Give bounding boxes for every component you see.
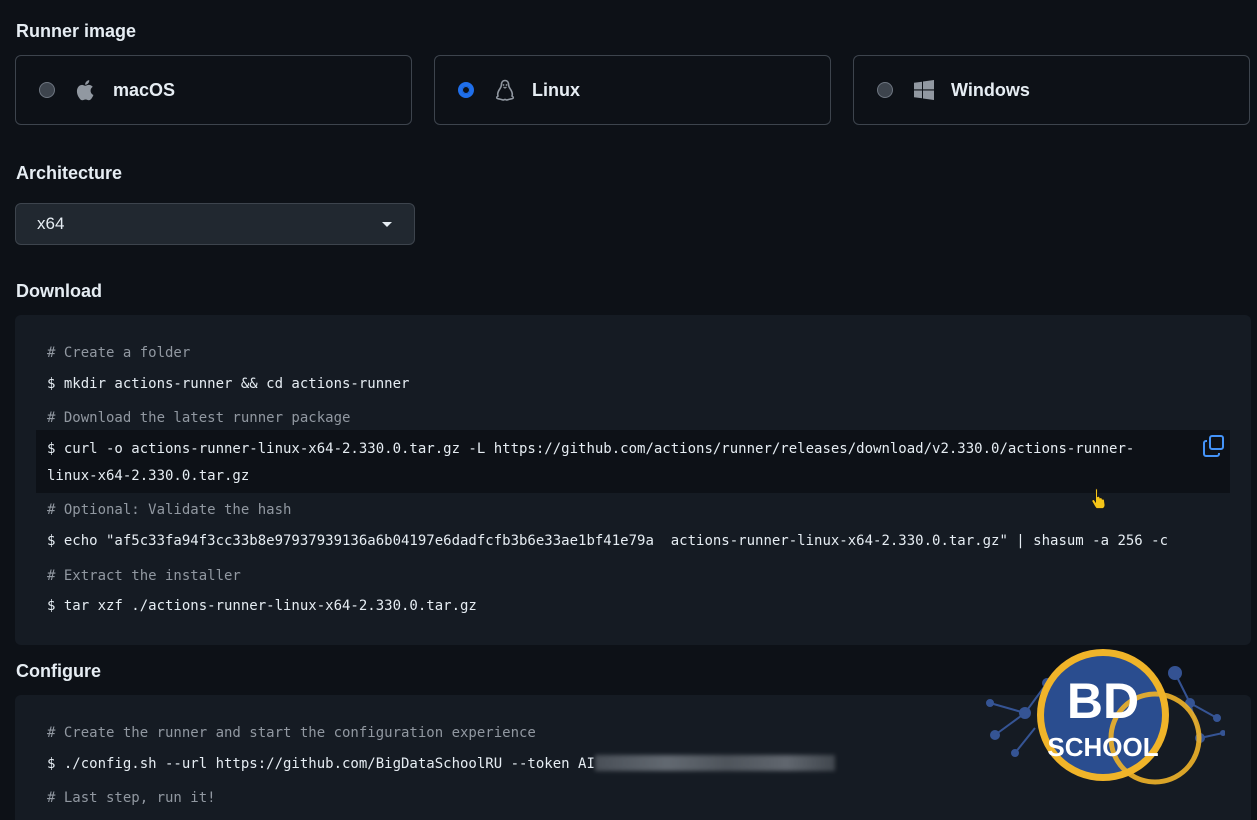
runner-setup-page: Runner image macOS Linux Windows Archite…	[0, 0, 1257, 820]
chevron-down-icon	[382, 222, 392, 227]
macos-radio[interactable]	[39, 82, 55, 98]
os-option-macos[interactable]: macOS	[15, 55, 412, 125]
macos-label: macOS	[113, 79, 176, 100]
runner-image-title: Runner image	[16, 21, 137, 41]
redacted-token	[594, 755, 835, 771]
code-command[interactable]: $ tar xzf ./actions-runner-linux-x64-2.3…	[47, 597, 477, 615]
copy-button[interactable]	[1202, 434, 1226, 458]
linux-label: Linux	[532, 79, 580, 100]
logo-text-bd: BD	[1067, 673, 1139, 729]
code-command[interactable]: $ ./config.sh --url https://github.com/B…	[47, 755, 835, 773]
code-comment: # Create a folder	[47, 345, 191, 361]
architecture-select[interactable]: x64	[15, 203, 415, 245]
code-comment: # Create the runner and start the config…	[47, 725, 536, 741]
download-title: Download	[16, 281, 102, 301]
linux-radio[interactable]	[458, 82, 474, 98]
apple-icon	[75, 79, 97, 101]
windows-label: Windows	[951, 79, 1030, 100]
linux-tux-icon	[494, 79, 516, 101]
code-comment: # Download the latest runner package	[47, 410, 351, 426]
windows-icon	[913, 79, 935, 101]
windows-radio[interactable]	[877, 82, 893, 98]
configure-title: Configure	[16, 661, 101, 681]
os-option-windows[interactable]: Windows	[853, 55, 1250, 125]
download-code-block: # Create a folder $ mkdir actions-runner…	[15, 315, 1251, 645]
hand-cursor-icon	[1090, 487, 1108, 514]
architecture-selected-value: x64	[37, 214, 65, 233]
copy-icon	[1203, 435, 1224, 457]
code-comment: # Last step, run it!	[47, 790, 216, 806]
code-comment: # Extract the installer	[47, 568, 241, 584]
architecture-title: Architecture	[16, 163, 123, 183]
config-command-text: $ ./config.sh --url https://github.com/B…	[47, 756, 595, 772]
code-command[interactable]: $ curl -o actions-runner-linux-x64-2.330…	[47, 440, 1134, 458]
code-command[interactable]: $ mkdir actions-runner && cd actions-run…	[47, 375, 409, 393]
bd-school-logo: BD SCHOOL	[985, 643, 1226, 793]
code-command-continuation[interactable]: linux-x64-2.330.0.tar.gz	[47, 467, 249, 485]
os-option-linux[interactable]: Linux	[434, 55, 831, 125]
logo-text-school: SCHOOL	[1047, 732, 1158, 762]
code-command[interactable]: $ echo "af5c33fa94f3cc33b8e97937939136a6…	[47, 532, 1168, 550]
code-comment: # Optional: Validate the hash	[47, 502, 292, 518]
